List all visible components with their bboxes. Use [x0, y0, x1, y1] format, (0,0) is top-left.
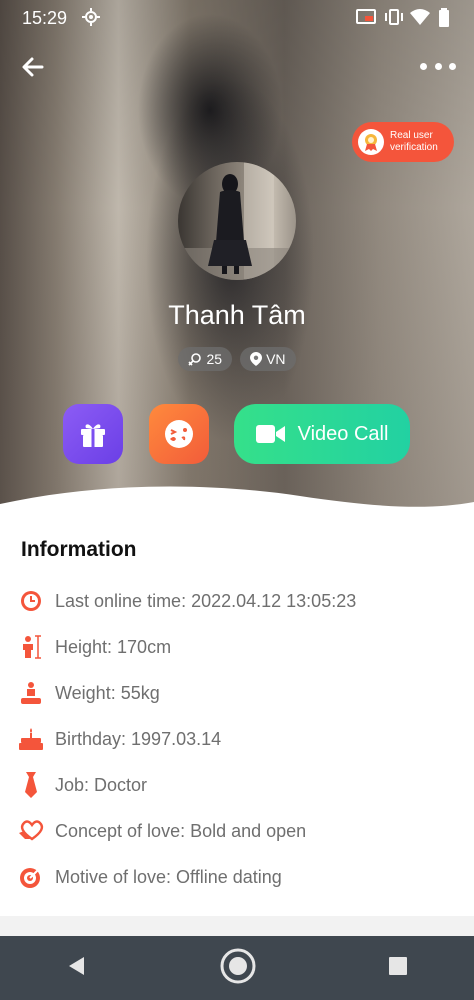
square-recents-icon — [389, 956, 407, 975]
status-bar: 15:29 — [0, 0, 474, 36]
info-row-motive-of-love: Motive of love: Offline dating — [18, 862, 282, 892]
info-row-weight: Weight: 55kg — [18, 678, 160, 708]
info-row-last-online: Last online time: 2022.04.12 13:05:23 — [18, 586, 356, 616]
info-row-concept-of-love: Concept of love: Bold and open — [18, 816, 306, 846]
heart-hand-icon — [18, 818, 44, 844]
cake-icon — [18, 726, 44, 752]
nav-back-button[interactable] — [65, 954, 89, 983]
info-text: Last online time: 2022.04.12 13:05:23 — [55, 590, 357, 611]
battery-icon — [438, 8, 450, 33]
profile-tags: 25 VN — [0, 347, 474, 371]
send-gift-button[interactable] — [63, 404, 123, 464]
avatar-photo — [178, 162, 296, 280]
weight-icon — [18, 680, 44, 706]
info-row-birthday: Birthday: 1997.03.14 — [18, 724, 221, 754]
kiss-face-icon — [165, 420, 193, 448]
location-pin-icon — [250, 352, 263, 366]
wifi-icon — [410, 8, 430, 31]
nav-recents-button[interactable] — [387, 955, 409, 982]
gps-icon — [82, 8, 100, 31]
verification-label: Real user verification — [390, 130, 438, 153]
info-text: Birthday: 1997.03.14 — [55, 728, 222, 749]
avatar[interactable] — [178, 162, 296, 280]
triangle-back-icon — [69, 956, 84, 975]
video-call-button[interactable]: Video Call — [234, 404, 410, 464]
info-text: Concept of love: Bold and open — [55, 820, 307, 841]
country-badge: VN — [240, 347, 296, 371]
info-text: Height: 170cm — [55, 636, 172, 657]
tie-icon — [18, 772, 44, 798]
vibrate-icon — [384, 8, 404, 31]
video-camera-icon — [255, 425, 285, 443]
arrow-left-icon — [22, 57, 44, 77]
information-section: Information Last online time: 2022.04.12… — [0, 520, 474, 916]
cast-icon — [356, 8, 376, 31]
info-text: Job: Doctor — [55, 774, 148, 795]
status-time: 15:29 — [22, 8, 68, 28]
back-button[interactable] — [18, 52, 48, 82]
more-options-button[interactable] — [420, 56, 456, 76]
info-text: Motive of love: Offline dating — [55, 866, 282, 887]
country-value: VN — [266, 351, 286, 367]
more-dot-icon — [449, 62, 456, 70]
section-divider — [0, 916, 474, 936]
info-row-height: Height: 170cm — [18, 632, 171, 662]
nav-home-button[interactable] — [219, 947, 257, 990]
information-title: Information — [21, 538, 137, 561]
info-row-job: Job: Doctor — [18, 770, 147, 800]
more-dot-icon — [420, 62, 427, 70]
age-value: 25 — [206, 351, 223, 367]
more-dot-icon — [434, 62, 442, 70]
medal-icon — [358, 129, 384, 155]
send-kiss-button[interactable] — [149, 404, 209, 464]
gift-icon — [81, 424, 105, 447]
home-circle-icon — [220, 948, 256, 983]
target-icon — [18, 864, 44, 890]
age-badge: 25 — [178, 347, 233, 371]
gender-female-icon — [188, 353, 202, 366]
clock-icon — [18, 588, 44, 614]
real-user-verification-badge[interactable]: Real user verification — [352, 122, 454, 162]
height-icon — [18, 634, 44, 660]
profile-name: Thanh Tâm — [168, 300, 306, 330]
system-navigation-bar — [0, 936, 474, 1000]
video-call-label: Video Call — [297, 422, 389, 445]
info-text: Weight: 55kg — [55, 682, 160, 703]
